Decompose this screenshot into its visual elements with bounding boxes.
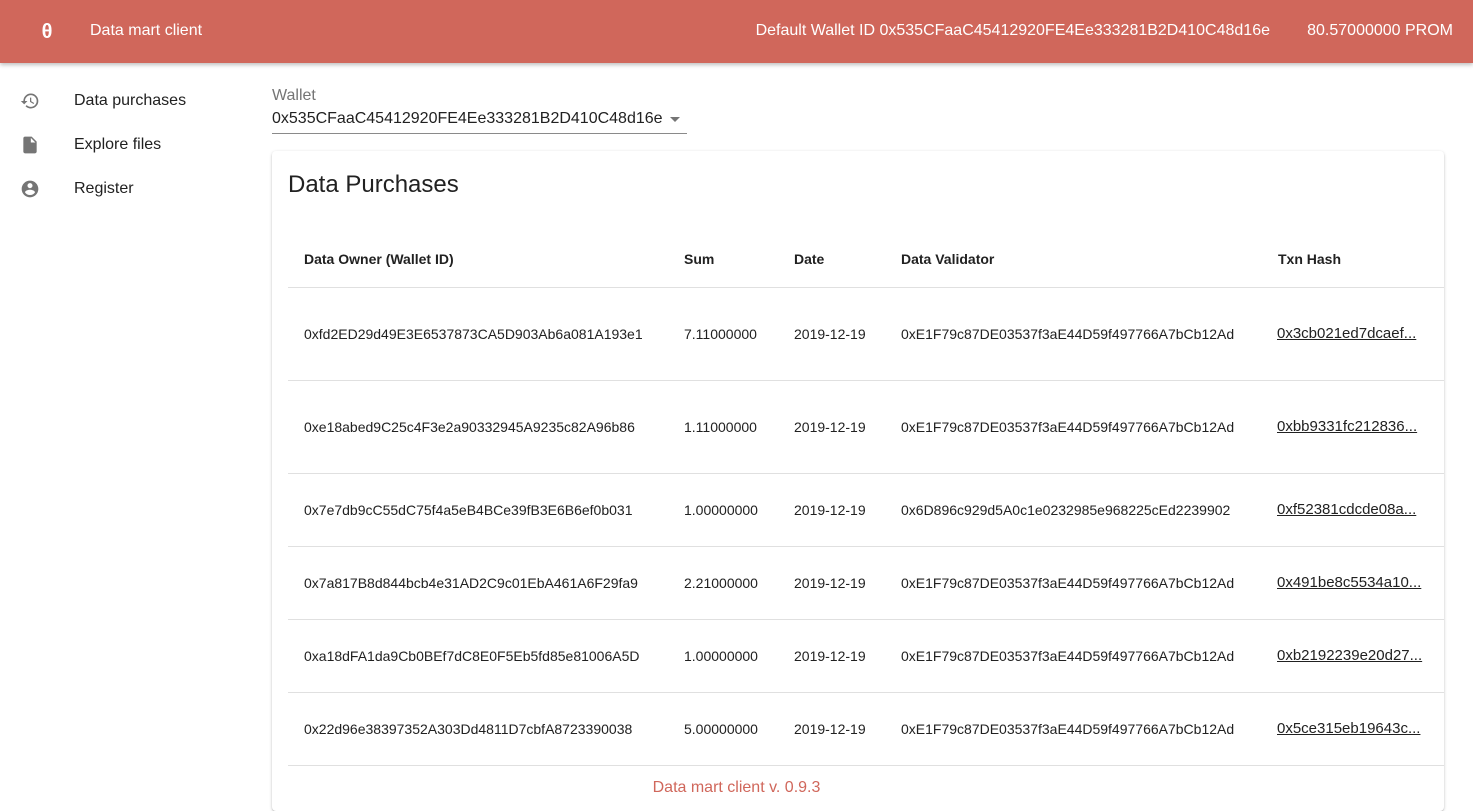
history-icon [20,93,39,109]
row-divider [288,692,1444,693]
chevron-down-icon [670,117,680,122]
validator-cell: 0xE1F79c87DE03537f3aE44D59f497766A7bCb12… [901,648,1235,664]
app-title: Data mart client [90,22,203,39]
owner-cell: 0x7e7db9cC55dC75f4a5eB4BCe39fB3E6B6ef0b0… [304,502,633,518]
column-header-date: Date [794,251,825,267]
sum-cell: 1.00000000 [684,648,758,664]
txn-hash-link[interactable]: 0xf52381cdcde08a... [1277,501,1416,518]
row-divider [288,619,1444,620]
header-divider [288,287,1444,288]
wallet-select-label: Wallet [272,87,316,104]
owner-cell: 0x22d96e38397352A303Dd4811D7cbfA87233900… [304,721,633,737]
owner-cell: 0xa18dFA1da9Cb0BEf7dC8E0F5Eb5fd85e81006A… [304,648,640,664]
sum-cell: 2.21000000 [684,575,758,591]
validator-cell: 0x6D896c929d5A0c1e0232985e968225cEd22399… [901,502,1231,518]
wallet-balance: 80.57000000 PROM [1307,22,1453,39]
date-cell: 2019-12-19 [794,502,866,518]
txn-hash-link[interactable]: 0xbb9331fc212836... [1277,418,1417,435]
date-cell: 2019-12-19 [794,326,866,342]
validator-cell: 0xE1F79c87DE03537f3aE44D59f497766A7bCb12… [901,575,1235,591]
sidebar-item-label: Explore files [74,136,162,153]
validator-cell: 0xE1F79c87DE03537f3aE44D59f497766A7bCb12… [901,419,1235,435]
date-cell: 2019-12-19 [794,575,866,591]
owner-cell: 0xfd2ED29d49E3E6537873CA5D903Ab6a081A193… [304,326,643,342]
sidebar-item-label: Register [74,180,134,197]
column-header-validator: Data Validator [901,251,995,267]
account-circle-icon [21,180,39,198]
owner-cell: 0xe18abed9C25c4F3e2a90332945A9235c82A96b… [304,419,635,435]
card-title: Data Purchases [288,171,459,198]
column-header-owner: Data Owner (Wallet ID) [304,251,454,267]
validator-cell: 0xE1F79c87DE03537f3aE44D59f497766A7bCb12… [901,721,1235,737]
default-wallet-id: Default Wallet ID 0x535CFaaC45412920FE4E… [755,22,1270,39]
sidebar-item-explore-files[interactable]: Explore files [0,123,250,167]
txn-hash-link[interactable]: 0x3cb021ed7dcaef... [1277,325,1416,342]
date-cell: 2019-12-19 [794,721,866,737]
column-header-txn-hash: Txn Hash [1278,251,1342,267]
validator-cell: 0xE1F79c87DE03537f3aE44D59f497766A7bCb12… [901,326,1235,342]
wallet-select[interactable]: 0x535CFaaC45412920FE4Ee333281B2D410C48d1… [272,108,687,134]
data-purchases-card: Data Purchases Data Owner (Wallet ID) Su… [272,151,1444,811]
date-cell: 2019-12-19 [794,419,866,435]
wallet-select-value: 0x535CFaaC45412920FE4Ee333281B2D410C48d1… [272,110,663,127]
owner-cell: 0x7a817B8d844bcb4e31AD2C9c01EbA461A6F29f… [304,575,638,591]
row-divider [288,765,1444,766]
app-bar: θ Data mart client Default Wallet ID 0x5… [0,0,1473,63]
row-divider [288,380,1444,381]
txn-hash-link[interactable]: 0x5ce315eb19643c... [1277,720,1420,737]
row-divider [288,546,1444,547]
sum-cell: 5.00000000 [684,721,758,737]
row-divider [288,473,1444,474]
theta-logo-icon: θ [41,21,53,43]
sum-cell: 7.11000000 [684,326,757,342]
txn-hash-link[interactable]: 0x491be8c5534a10... [1277,574,1421,591]
sum-cell: 1.11000000 [684,419,757,435]
sidebar-item-data-purchases[interactable]: Data purchases [0,79,250,123]
date-cell: 2019-12-19 [794,648,866,664]
sidebar-item-label: Data purchases [74,92,187,109]
file-icon [23,136,37,154]
column-header-sum: Sum [684,251,715,267]
txn-hash-link[interactable]: 0xb2192239e20d27... [1277,647,1422,664]
sum-cell: 1.00000000 [684,502,758,518]
sidebar-item-register[interactable]: Register [0,167,250,211]
footer-version: Data mart client v. 0.9.3 [652,779,821,796]
